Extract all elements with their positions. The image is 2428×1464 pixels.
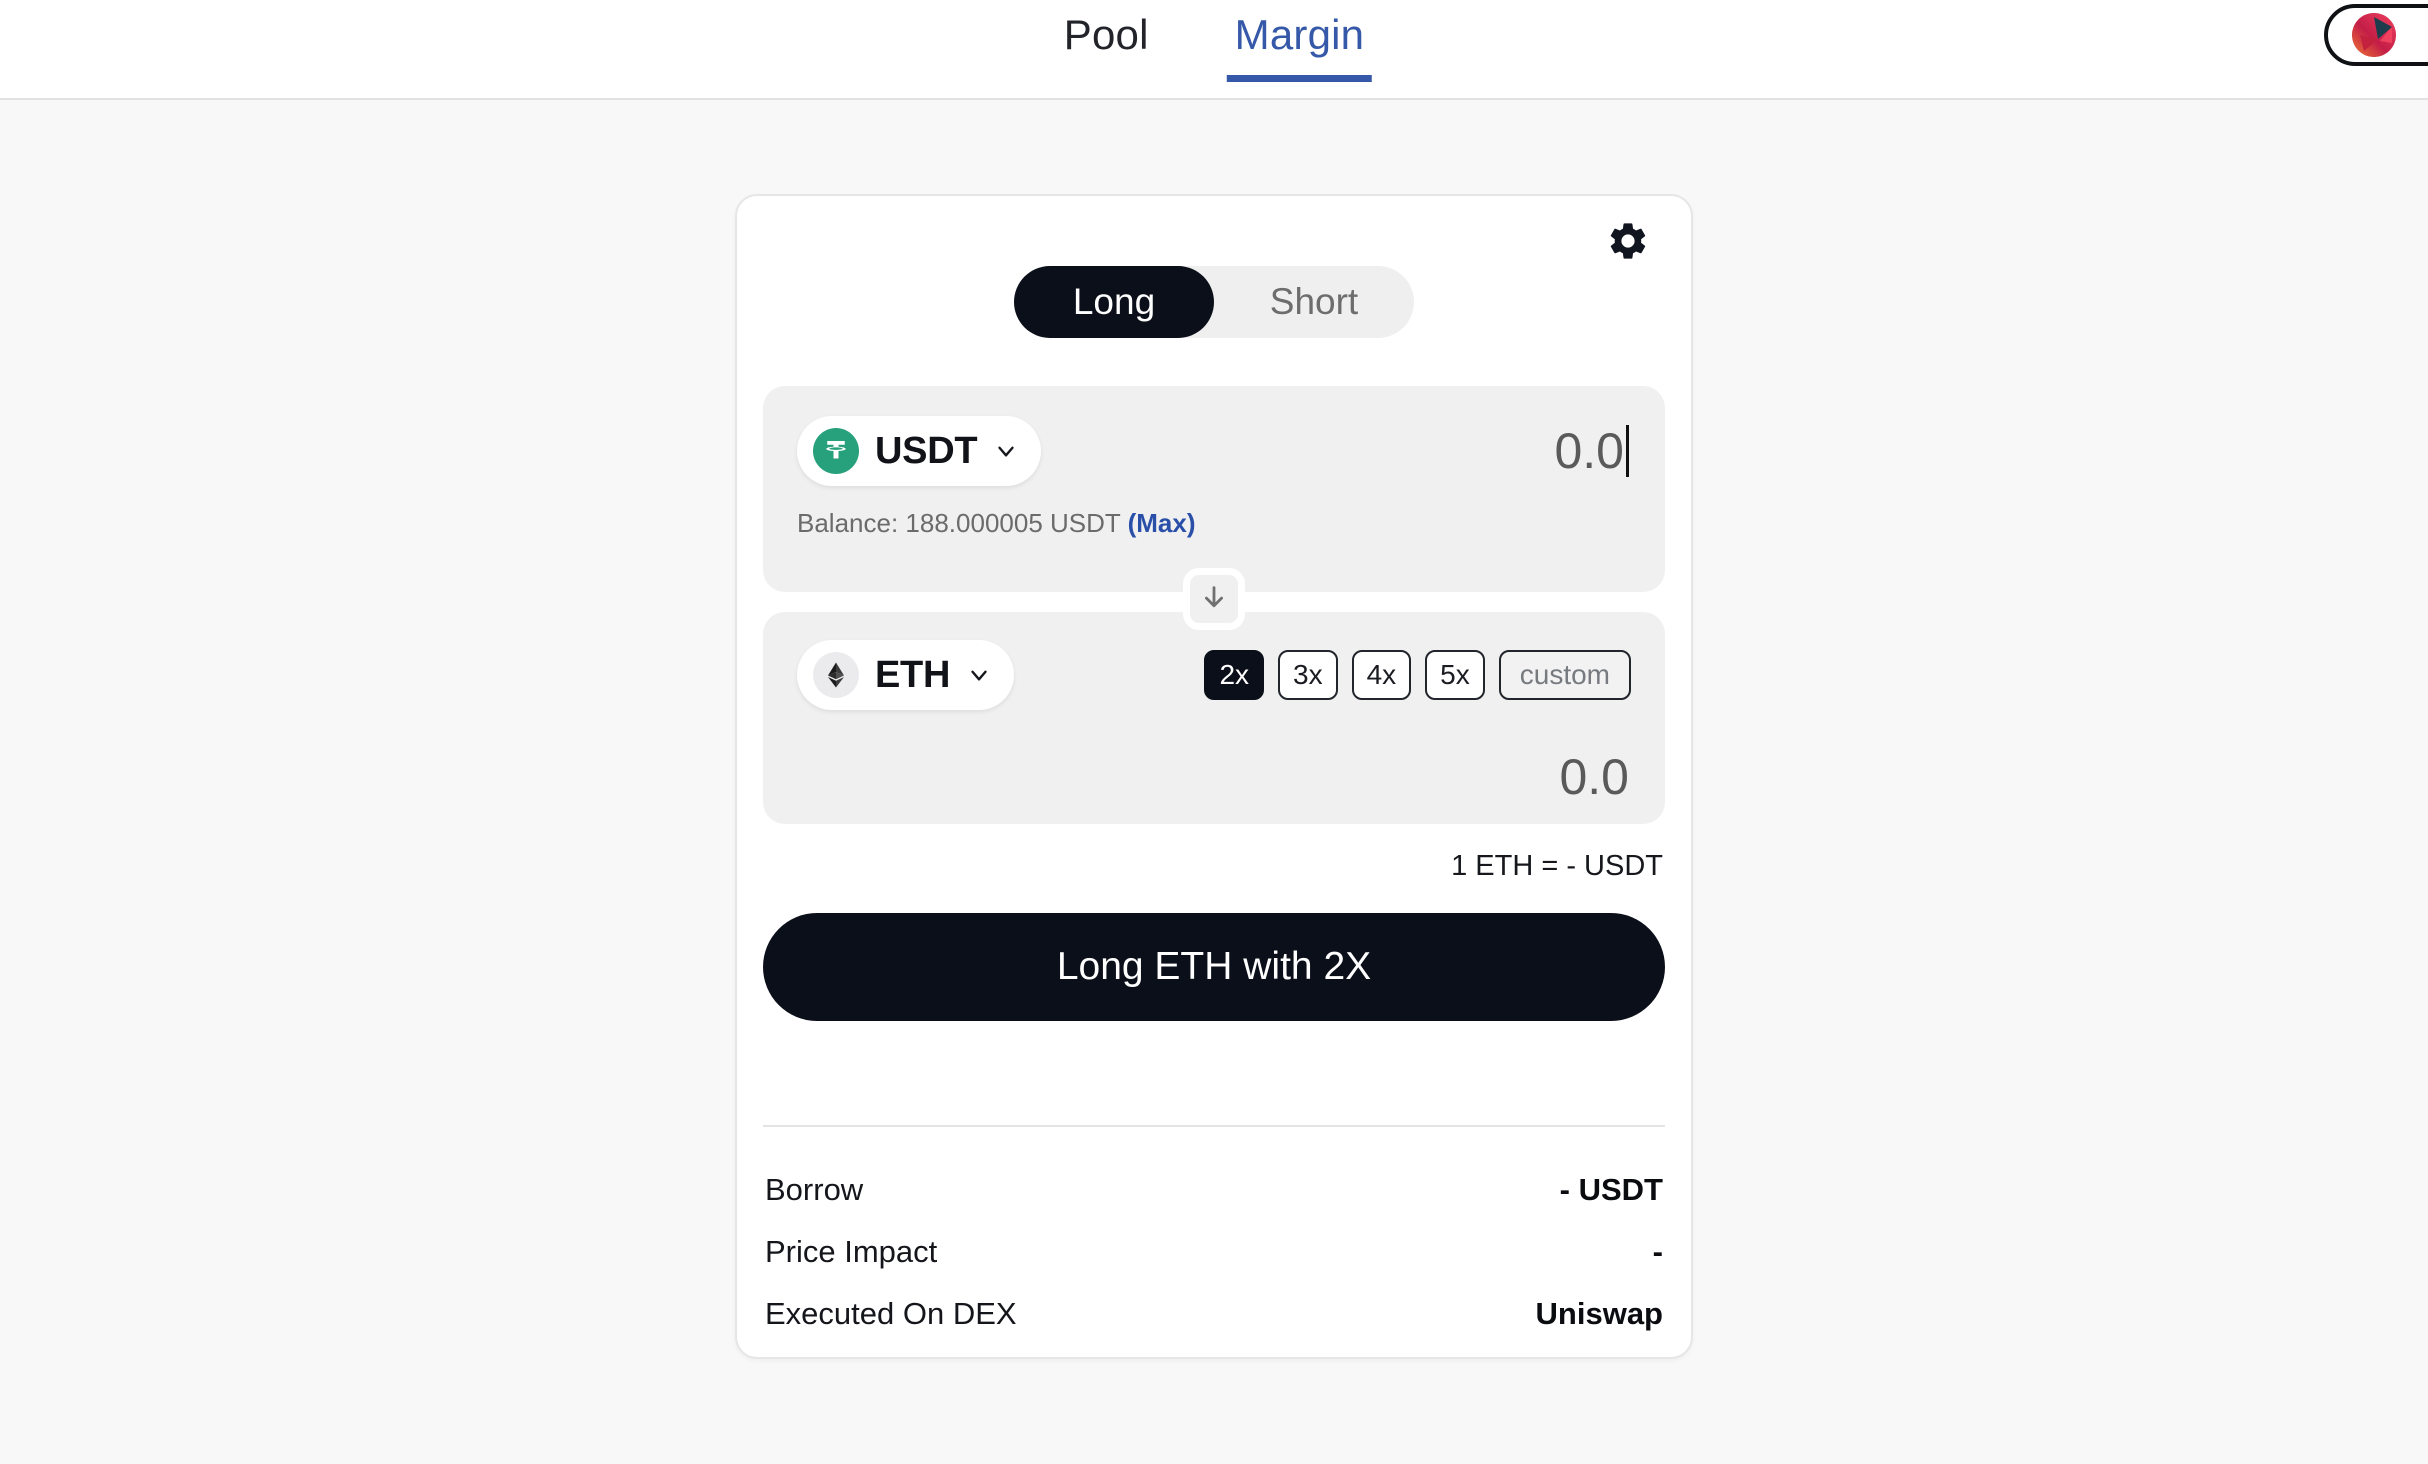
- tab-margin-label: Margin: [1234, 11, 1365, 58]
- leverage-2x-button[interactable]: 2x: [1204, 650, 1265, 700]
- receive-panel: ETH 2x 3x 4x 5x custom 0.0: [763, 612, 1665, 824]
- short-option[interactable]: Short: [1214, 266, 1414, 338]
- leverage-options: 2x 3x 4x 5x custom: [1204, 650, 1631, 700]
- leverage-2x-label: 2x: [1219, 659, 1250, 690]
- detail-row-executed-on-dex: Executed On DEX Uniswap: [763, 1283, 1665, 1345]
- balance-prefix: Balance:: [797, 508, 899, 538]
- chevron-down-icon: [993, 438, 1019, 464]
- leverage-3x-button[interactable]: 3x: [1278, 650, 1338, 700]
- app-header: Pool Margin: [0, 0, 2428, 100]
- receive-token-symbol: ETH: [875, 653, 951, 696]
- long-option[interactable]: Long: [1014, 266, 1214, 338]
- price-impact-value: -: [1652, 1234, 1663, 1269]
- pay-amount-value: 0.0: [1554, 423, 1624, 479]
- card-toolbar: [763, 218, 1665, 270]
- executed-on-dex-label: Executed On DEX: [765, 1296, 1017, 1331]
- leverage-5x-label: 5x: [1440, 659, 1470, 690]
- detail-row-price-impact: Price Impact -: [763, 1221, 1665, 1283]
- balance-value: 188.000005: [905, 508, 1043, 538]
- submit-long-button[interactable]: Long ETH with 2X: [763, 913, 1665, 1021]
- position-toggle-wrapper: Long Short: [763, 266, 1665, 338]
- leverage-3x-label: 3x: [1293, 659, 1323, 690]
- executed-on-dex-value: Uniswap: [1535, 1296, 1663, 1331]
- chevron-down-icon: [966, 662, 992, 688]
- pay-panel: USDT 0.0 Balance: 188.000005 USDT (Max): [763, 386, 1665, 630]
- borrow-value: - USDT: [1559, 1172, 1663, 1207]
- eth-icon: [813, 652, 859, 698]
- text-caret: [1626, 425, 1629, 477]
- borrow-label: Borrow: [765, 1172, 864, 1207]
- page-body: Long Short USDT 0.0 Balance: 188.000005 …: [0, 100, 2428, 1462]
- gear-icon[interactable]: [1605, 218, 1651, 264]
- tab-pool[interactable]: Pool: [1056, 0, 1157, 82]
- detail-row-borrow: Borrow - USDT: [763, 1159, 1665, 1221]
- tab-margin[interactable]: Margin: [1226, 0, 1373, 82]
- swap-direction-button[interactable]: [1183, 568, 1245, 630]
- exchange-rate: 1 ETH = - USDT: [1451, 850, 1663, 882]
- leverage-custom-label: custom: [1519, 659, 1610, 690]
- position-toggle: Long Short: [1014, 266, 1414, 338]
- margin-trade-card: Long Short USDT 0.0 Balance: 188.000005 …: [735, 194, 1693, 1359]
- receive-amount-value: 0.0: [1559, 749, 1629, 805]
- receive-token-selector[interactable]: ETH: [797, 640, 1015, 710]
- long-option-label: Long: [1072, 281, 1156, 322]
- pay-token-selector[interactable]: USDT: [797, 416, 1042, 486]
- pay-token-symbol: USDT: [875, 429, 978, 472]
- leverage-4x-label: 4x: [1366, 659, 1397, 690]
- arrow-down-icon: [1200, 583, 1228, 616]
- balance-symbol: USDT: [1050, 508, 1121, 538]
- trade-details: Borrow - USDT Price Impact - Executed On…: [763, 1125, 1665, 1345]
- short-option-label: Short: [1269, 281, 1359, 322]
- receive-amount-output[interactable]: 0.0: [797, 748, 1631, 806]
- pay-panel-top: USDT 0.0: [797, 416, 1631, 486]
- wallet-avatar-icon: [2352, 13, 2396, 57]
- price-impact-label: Price Impact: [765, 1234, 938, 1269]
- receive-panel-top: ETH 2x 3x 4x 5x custom: [797, 640, 1631, 710]
- max-button[interactable]: (Max): [1128, 508, 1196, 538]
- leverage-4x-button[interactable]: 4x: [1351, 650, 1412, 700]
- leverage-5x-button[interactable]: 5x: [1425, 650, 1485, 700]
- leverage-custom-button[interactable]: custom: [1498, 650, 1631, 700]
- nav-tabs: Pool Margin: [1056, 0, 1372, 100]
- usdt-icon: [813, 428, 859, 474]
- tab-pool-label: Pool: [1063, 11, 1149, 58]
- wallet-connect-button[interactable]: [2324, 4, 2428, 66]
- pay-amount-input[interactable]: 0.0: [1554, 422, 1631, 480]
- pay-balance-line: Balance: 188.000005 USDT (Max): [797, 508, 1631, 539]
